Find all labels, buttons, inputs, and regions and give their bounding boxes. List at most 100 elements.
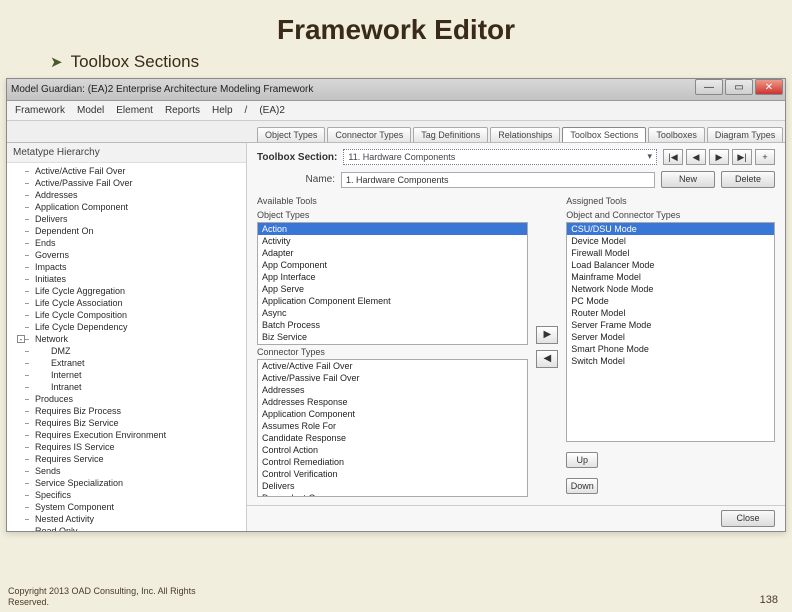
list-item[interactable]: Control Action (258, 444, 527, 456)
list-item[interactable]: Application Component Element (258, 295, 527, 307)
list-item[interactable]: Batch Process (258, 319, 527, 331)
list-item[interactable]: Network Node Mode (567, 283, 774, 295)
tree-item[interactable]: Active/Passive Fail Over (7, 177, 246, 189)
tree-item[interactable]: Network- (7, 333, 246, 345)
close-button[interactable]: ✕ (755, 79, 783, 95)
list-item[interactable]: Action (258, 223, 527, 235)
list-item[interactable]: Biz Service Category (258, 343, 527, 345)
menu-framework[interactable]: Framework (15, 105, 65, 116)
menu-help[interactable]: Help (212, 105, 233, 116)
tree-item[interactable]: Dependent On (7, 225, 246, 237)
tree-item[interactable]: Life Cycle Composition (7, 309, 246, 321)
tree-item[interactable]: System Component (7, 501, 246, 513)
tree-item[interactable]: Life Cycle Association (7, 297, 246, 309)
list-item[interactable]: Async (258, 307, 527, 319)
list-item[interactable]: Firewall Model (567, 247, 774, 259)
nav-first-button[interactable]: |◀ (663, 149, 683, 165)
tree-item[interactable]: DMZ (7, 345, 246, 357)
tab-object-types[interactable]: Object Types (257, 127, 325, 142)
list-item[interactable]: Switch Model (567, 355, 774, 367)
list-item[interactable]: Biz Service (258, 331, 527, 343)
list-item[interactable]: Activity (258, 235, 527, 247)
list-item[interactable]: CSU/DSU Mode (567, 223, 774, 235)
connector-types-list[interactable]: Active/Active Fail OverActive/Passive Fa… (257, 359, 528, 497)
list-item[interactable]: Candidate Response (258, 432, 527, 444)
nav-add-button[interactable]: + (755, 149, 775, 165)
tree-item[interactable]: Sends (7, 465, 246, 477)
list-item[interactable]: Adapter (258, 247, 527, 259)
list-item[interactable]: Dependent On (258, 492, 527, 497)
metatype-tree[interactable]: Active/Active Fail OverActive/Passive Fa… (7, 163, 246, 531)
list-item[interactable]: App Serve (258, 283, 527, 295)
move-left-button[interactable]: ◀ (536, 350, 558, 368)
tree-item[interactable]: Addresses (7, 189, 246, 201)
toolbox-section-combo[interactable]: 11. Hardware Components (343, 149, 657, 165)
tree-item[interactable]: Governs (7, 249, 246, 261)
move-right-button[interactable]: ▶ (536, 326, 558, 344)
tree-item[interactable]: Requires IS Service (7, 441, 246, 453)
tab-tag-definitions[interactable]: Tag Definitions (413, 127, 488, 142)
down-button[interactable]: Down (566, 478, 598, 494)
list-item[interactable]: Active/Active Fail Over (258, 360, 527, 372)
tree-item[interactable]: Intranet (7, 381, 246, 393)
tab-toolbox-sections[interactable]: Toolbox Sections (562, 127, 646, 142)
tree-item[interactable]: Active/Active Fail Over (7, 165, 246, 177)
list-item[interactable]: Smart Phone Mode (567, 343, 774, 355)
list-item[interactable]: Application Component (258, 408, 527, 420)
up-button[interactable]: Up (566, 452, 598, 468)
tree-item[interactable]: Life Cycle Aggregation (7, 285, 246, 297)
list-item[interactable]: Server Model (567, 331, 774, 343)
tree-item[interactable]: Specifics (7, 489, 246, 501)
new-button[interactable]: New (661, 171, 715, 188)
tree-item[interactable]: Delivers (7, 213, 246, 225)
delete-button[interactable]: Delete (721, 171, 775, 188)
tab-toolboxes[interactable]: Toolboxes (648, 127, 705, 142)
list-item[interactable]: PC Mode (567, 295, 774, 307)
tree-item[interactable]: Requires Execution Environment (7, 429, 246, 441)
tree-item[interactable]: Produces (7, 393, 246, 405)
tree-item[interactable]: Requires Biz Process (7, 405, 246, 417)
list-item[interactable]: App Interface (258, 271, 527, 283)
tree-item[interactable]: Ends (7, 237, 246, 249)
menu-model[interactable]: Model (77, 105, 104, 116)
list-item[interactable]: Addresses Response (258, 396, 527, 408)
list-item[interactable]: Control Remediation (258, 456, 527, 468)
tree-item[interactable]: Read Only (7, 525, 246, 531)
assigned-tools-list[interactable]: CSU/DSU ModeDevice ModelFirewall ModelLo… (566, 222, 775, 442)
list-item[interactable]: Addresses (258, 384, 527, 396)
list-item[interactable]: Delivers (258, 480, 527, 492)
nav-next-button[interactable]: ▶ (709, 149, 729, 165)
tab-diagram-types[interactable]: Diagram Types (707, 127, 783, 142)
list-item[interactable]: Control Verification (258, 468, 527, 480)
list-item[interactable]: Assumes Role For (258, 420, 527, 432)
menu-element[interactable]: Element (116, 105, 153, 116)
tree-item[interactable]: Impacts (7, 261, 246, 273)
menu-reports[interactable]: Reports (165, 105, 200, 116)
menu-ea2[interactable]: (EA)2 (259, 105, 285, 116)
list-item[interactable]: Device Model (567, 235, 774, 247)
tab-connector-types[interactable]: Connector Types (327, 127, 411, 142)
name-input[interactable] (341, 172, 655, 188)
nav-prev-button[interactable]: ◀ (686, 149, 706, 165)
tree-item[interactable]: Extranet (7, 357, 246, 369)
minimize-button[interactable]: ― (695, 79, 723, 95)
tree-item[interactable]: Nested Activity (7, 513, 246, 525)
close-dialog-button[interactable]: Close (721, 510, 775, 527)
list-item[interactable]: Mainframe Model (567, 271, 774, 283)
tree-item[interactable]: Application Component (7, 201, 246, 213)
list-item[interactable]: App Component (258, 259, 527, 271)
tree-item[interactable]: Internet (7, 369, 246, 381)
tree-item[interactable]: Requires Service (7, 453, 246, 465)
tree-item[interactable]: Life Cycle Dependency (7, 321, 246, 333)
tree-item[interactable]: Initiates (7, 273, 246, 285)
nav-last-button[interactable]: ▶| (732, 149, 752, 165)
object-types-list[interactable]: ActionActivityAdapterApp ComponentApp In… (257, 222, 528, 345)
tab-relationships[interactable]: Relationships (490, 127, 560, 142)
list-item[interactable]: Server Frame Mode (567, 319, 774, 331)
list-item[interactable]: Router Model (567, 307, 774, 319)
tree-item[interactable]: Service Specialization (7, 477, 246, 489)
list-item[interactable]: Active/Passive Fail Over (258, 372, 527, 384)
maximize-button[interactable]: ▭ (725, 79, 753, 95)
tree-item[interactable]: Requires Biz Service (7, 417, 246, 429)
list-item[interactable]: Load Balancer Mode (567, 259, 774, 271)
